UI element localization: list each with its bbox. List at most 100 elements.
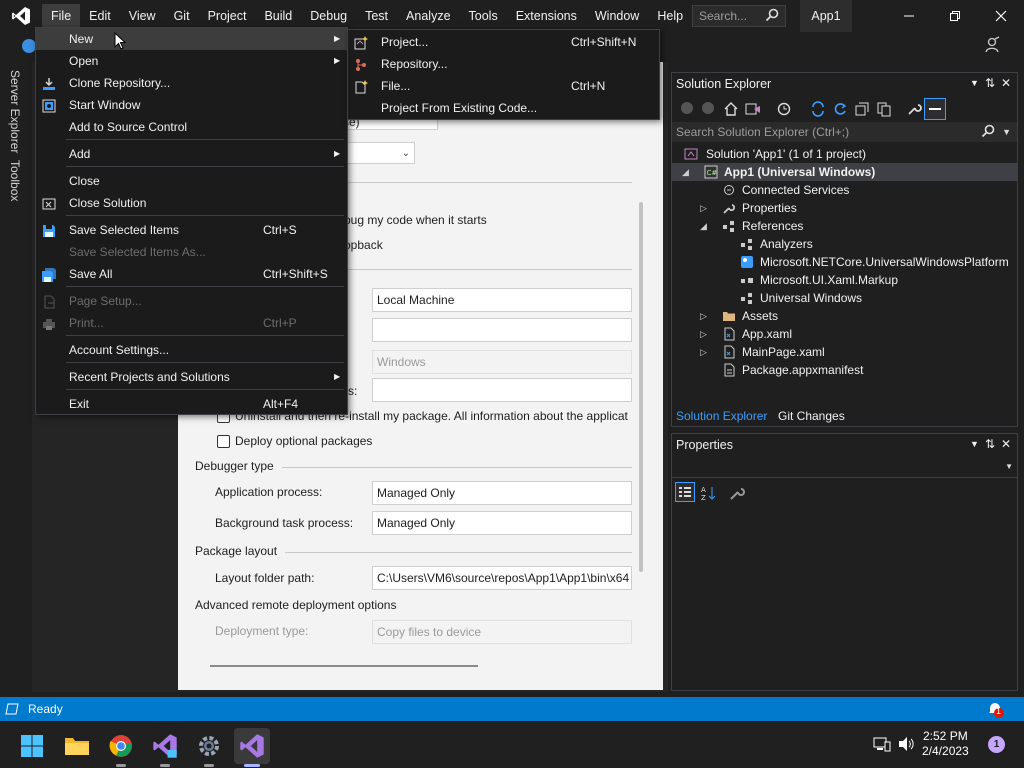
server-explorer-tab[interactable]: Server Explorer (8, 70, 22, 153)
notifications-bell-icon[interactable] (986, 700, 1004, 721)
menu-separator (66, 166, 344, 167)
menu-analyze[interactable]: Analyze (397, 4, 459, 28)
pin-icon[interactable]: ⇅ (985, 437, 995, 451)
home-icon[interactable] (723, 101, 739, 120)
menu-window[interactable]: Window (586, 4, 648, 28)
menu-build[interactable]: Build (255, 4, 301, 28)
new-repository-item[interactable]: Repository... (348, 53, 659, 75)
forward-icon[interactable] (701, 101, 715, 118)
new-file-item[interactable]: File... Ctrl+N (348, 75, 659, 97)
new-project-from-existing-code-item[interactable]: Project From Existing Code... (348, 97, 659, 119)
file-menu-account-settings[interactable]: Account Settings... (36, 339, 347, 361)
menu-file[interactable]: File (42, 4, 81, 28)
back-icon[interactable] (680, 101, 694, 118)
file-menu-close-solution[interactable]: Close Solution (36, 192, 347, 214)
file-menu-save-selected[interactable]: Save Selected Items Ctrl+S (36, 219, 347, 241)
menu-git[interactable]: Git (165, 4, 199, 28)
menu-item-label: Start Window (69, 98, 141, 112)
running-indicator (116, 764, 126, 767)
back-icon[interactable] (22, 39, 36, 53)
pending-changes-icon[interactable] (776, 101, 792, 120)
horizontal-scrollbar[interactable] (210, 665, 478, 667)
menu-view[interactable]: View (120, 4, 165, 28)
file-menu-recent-projects[interactable]: Recent Projects and Solutions ▶ (36, 366, 347, 388)
panel-menu-icon[interactable]: ▼ (970, 78, 979, 88)
collapsed-arrow-icon[interactable]: ▷ (700, 307, 707, 325)
menu-separator (66, 139, 344, 140)
remote-machine-field[interactable] (372, 318, 632, 342)
solution-explorer-search[interactable]: Search Solution Explorer (Ctrl+;) ▼ (672, 122, 1017, 142)
file-menu-add[interactable]: Add ▶ (36, 143, 347, 165)
layout-folder-field[interactable]: C:\Users\VM6\source\repos\App1\App1\bin\… (372, 566, 632, 590)
pin-icon[interactable]: ⇅ (985, 76, 995, 90)
close-window-button[interactable] (978, 0, 1024, 32)
command-line-args-field[interactable] (372, 378, 632, 402)
file-menu-close[interactable]: Close (36, 170, 347, 192)
new-project-item[interactable]: Project... Ctrl+Shift+N (348, 31, 659, 53)
tree-item-project[interactable]: ◢ C# App1 (Universal Windows) (672, 163, 1017, 181)
sync-icon[interactable] (810, 101, 826, 120)
file-menu-exit[interactable]: Exit Alt+F4 (36, 393, 347, 415)
expanded-arrow-icon[interactable]: ◢ (682, 163, 689, 181)
bg-process-dropdown[interactable]: Managed Only (372, 511, 632, 535)
show-all-files-icon[interactable] (876, 101, 892, 120)
menu-edit[interactable]: Edit (80, 4, 120, 28)
notification-center-badge[interactable]: 1 (988, 736, 1005, 753)
start-button[interactable] (14, 728, 50, 764)
file-menu-add-to-source-control[interactable]: Add to Source Control (36, 116, 347, 138)
menu-help[interactable]: Help (648, 4, 692, 28)
taskbar-visual-studio[interactable] (234, 728, 270, 767)
close-panel-icon[interactable]: ✕ (1001, 437, 1011, 451)
vertical-scrollbar[interactable] (639, 202, 643, 572)
close-panel-icon[interactable]: ✕ (1001, 76, 1011, 90)
expanded-arrow-icon[interactable]: ◢ (700, 217, 707, 235)
deploy-optional-checkbox[interactable] (217, 435, 230, 448)
taskbar-chrome[interactable] (103, 728, 139, 767)
network-icon[interactable] (873, 736, 891, 755)
object-selector-dropdown[interactable]: ▼ (672, 458, 1017, 478)
wrench-icon[interactable] (906, 101, 922, 120)
target-device-dropdown[interactable]: Local Machine (372, 288, 632, 312)
collapse-all-icon[interactable] (854, 101, 870, 120)
app-process-dropdown[interactable]: Managed Only (372, 481, 632, 505)
alphabetical-sort-icon[interactable]: AZ (700, 484, 718, 505)
tab-git-changes[interactable]: Git Changes (774, 406, 849, 426)
tree-item-solution[interactable]: Solution 'App1' (1 of 1 project) (684, 145, 1014, 163)
taskbar-file-explorer[interactable] (59, 728, 95, 764)
menu-test[interactable]: Test (356, 4, 397, 28)
menu-extensions[interactable]: Extensions (507, 4, 586, 28)
collapsed-arrow-icon[interactable]: ▷ (700, 199, 707, 217)
output-window-icon[interactable] (5, 702, 19, 719)
feedback-icon[interactable] (984, 36, 1002, 57)
property-pages-icon[interactable] (728, 484, 746, 505)
preview-selected-items-icon[interactable] (924, 98, 946, 120)
toolbox-tab[interactable]: Toolbox (8, 160, 22, 201)
taskbar-visual-studio-installer[interactable] (147, 728, 183, 767)
tab-solution-explorer[interactable]: Solution Explorer (672, 406, 771, 426)
file-menu-save-all[interactable]: Save All Ctrl+Shift+S (36, 263, 347, 285)
collapsed-arrow-icon[interactable]: ▷ (700, 343, 707, 361)
categorized-icon[interactable] (675, 482, 695, 502)
file-menu-start-window[interactable]: Start Window (36, 94, 347, 116)
menu-tools[interactable]: Tools (460, 4, 507, 28)
minimize-button[interactable] (886, 0, 932, 32)
collapsed-arrow-icon[interactable]: ▷ (700, 325, 707, 343)
menu-debug[interactable]: Debug (301, 4, 356, 28)
refresh-icon[interactable] (832, 101, 848, 120)
search-options-icon[interactable]: ▼ (1002, 122, 1011, 142)
file-menu-clone-repository[interactable]: Clone Repository... (36, 72, 347, 94)
taskbar-settings[interactable] (191, 728, 227, 767)
file-menu-open[interactable]: Open ▶ (36, 50, 347, 72)
global-search-box[interactable]: Search... (692, 5, 786, 27)
chevron-down-icon: ▼ (1005, 462, 1013, 471)
menu-item-shortcut: Ctrl+Shift+N (571, 35, 637, 49)
restore-button[interactable] (932, 0, 978, 32)
volume-icon[interactable] (898, 736, 916, 755)
panel-menu-icon[interactable]: ▼ (970, 439, 979, 449)
menu-project[interactable]: Project (199, 4, 256, 28)
taskbar-clock[interactable]: 2:52 PM 2/4/2023 (922, 729, 969, 759)
configuration-dropdown-partial[interactable]: ⌄ (338, 142, 415, 164)
switch-views-icon[interactable] (745, 101, 761, 120)
file-menu-new[interactable]: New ▶ (36, 28, 347, 50)
start-option-loopback-label: opback (344, 238, 383, 252)
